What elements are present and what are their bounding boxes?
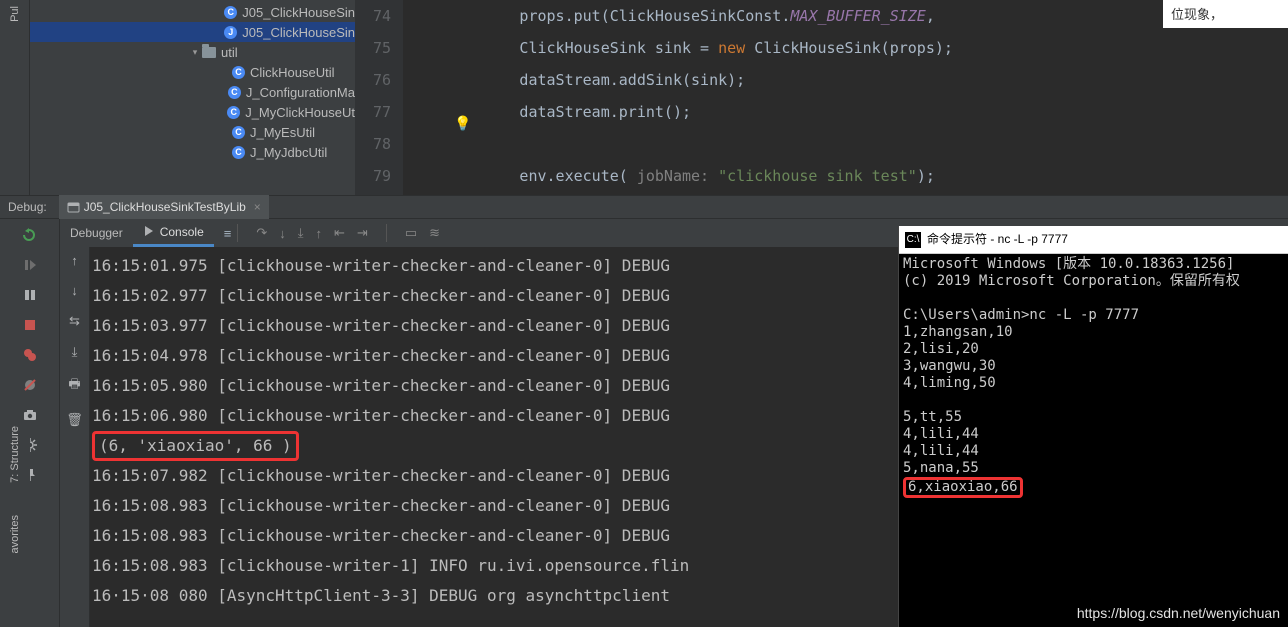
step-over-icon[interactable]: ↷ <box>256 225 267 241</box>
cmd-titlebar[interactable]: C:\ 命令提示符 - nc -L -p 7777 <box>899 226 1288 254</box>
tree-item[interactable]: CJ_MyEsUtil <box>30 122 355 142</box>
tree-item[interactable]: CClickHouseUtil <box>30 62 355 82</box>
drop-frame-icon[interactable]: ⇤ <box>334 225 345 241</box>
console-nav-column: ↑ ↓ ⇆ ⤓ 🖶 🗑 <box>60 247 90 627</box>
debug-header: Debug: J05_ClickHouseSinkTestByLib × <box>0 195 1288 219</box>
tree-item[interactable]: CJ_ConfigurationMa <box>30 82 355 102</box>
close-icon[interactable]: × <box>254 200 261 214</box>
tree-item[interactable]: CJ_MyClickHouseUt <box>30 102 355 122</box>
up-arrow-icon[interactable]: ↑ <box>71 253 78 268</box>
tree-item[interactable]: CJ05_ClickHouseSin <box>30 2 355 22</box>
evaluate-icon[interactable]: ▭ <box>405 225 417 241</box>
left-gutter-bar-lower: 7: Structure avorites <box>0 420 30 627</box>
tree-item[interactable]: CJ_MyJdbcUtil <box>30 142 355 162</box>
highlighted-cmd-line: 6,xiaoxiao,66 <box>903 477 1023 498</box>
class-icon: C <box>227 106 240 119</box>
stop-icon[interactable] <box>22 317 38 333</box>
watermark: https://blog.csdn.net/wenyichuan <box>1077 605 1280 621</box>
down-arrow-icon[interactable]: ↓ <box>71 283 78 298</box>
intention-bulb-icon[interactable]: 💡 <box>454 115 471 132</box>
code-editor[interactable]: 747576777879 props.put(ClickHouseSinkCon… <box>355 0 1288 195</box>
resume-icon[interactable] <box>22 257 38 273</box>
structure-tab[interactable]: 7: Structure <box>9 420 21 489</box>
soft-wrap-icon[interactable]: ⇆ <box>69 313 80 329</box>
class-icon: C <box>232 126 245 139</box>
play-icon <box>143 225 156 238</box>
class-icon: C <box>232 66 245 79</box>
print-icon[interactable]: 🖶 <box>68 375 80 397</box>
threads-icon[interactable]: ≡ <box>224 226 232 241</box>
code-area[interactable]: props.put(ClickHouseSinkConst.MAX_BUFFER… <box>403 0 953 195</box>
annotation-box: 位现象， <box>1163 0 1288 28</box>
clear-icon[interactable]: 🗑 <box>66 412 83 428</box>
tab-console[interactable]: Console <box>133 219 214 247</box>
class-icon: C <box>224 6 237 19</box>
debug-label: Debug: <box>8 200 47 214</box>
tree-item[interactable]: JJ05_ClickHouseSin <box>30 22 355 42</box>
tab-debugger[interactable]: Debugger <box>60 219 133 247</box>
tree-item[interactable]: util <box>30 42 355 62</box>
force-step-into-icon[interactable]: ⤓ <box>298 225 304 241</box>
view-breakpoints-icon[interactable] <box>22 347 38 363</box>
class-icon: C <box>232 146 245 159</box>
pause-icon[interactable] <box>22 287 38 303</box>
scroll-end-icon[interactable]: ⤓ <box>72 344 78 360</box>
cmd-icon: C:\ <box>905 232 921 248</box>
step-out-icon[interactable]: ↑ <box>316 226 323 241</box>
cmd-body[interactable]: Microsoft Windows [版本 10.0.18363.1256] (… <box>899 254 1288 500</box>
run-to-cursor-icon[interactable]: ⇥ <box>357 225 368 241</box>
class-icon: J <box>224 26 237 39</box>
favorites-tab[interactable]: avorites <box>9 509 21 560</box>
left-gutter-bar: Pul <box>0 0 30 195</box>
pull-requests-tab[interactable]: Pul <box>9 0 21 28</box>
rerun-icon[interactable] <box>22 227 38 243</box>
highlighted-output: (6, 'xiaoxiao', 66 ) <box>92 431 299 461</box>
debug-run-config-tab[interactable]: J05_ClickHouseSinkTestByLib × <box>59 195 269 219</box>
line-gutter: 747576777879 <box>355 0 403 195</box>
cmd-window: C:\ 命令提示符 - nc -L -p 7777 Microsoft Wind… <box>898 226 1288 627</box>
run-config-icon <box>67 201 80 214</box>
project-tree[interactable]: CJ05_ClickHouseSinJJ05_ClickHouseSinutil… <box>30 0 355 195</box>
mute-breakpoints-icon[interactable] <box>22 377 38 393</box>
class-icon: C <box>228 86 241 99</box>
trace-icon[interactable]: ≋ <box>429 225 440 241</box>
folder-icon <box>202 47 216 58</box>
step-into-icon[interactable]: ↓ <box>279 226 286 241</box>
